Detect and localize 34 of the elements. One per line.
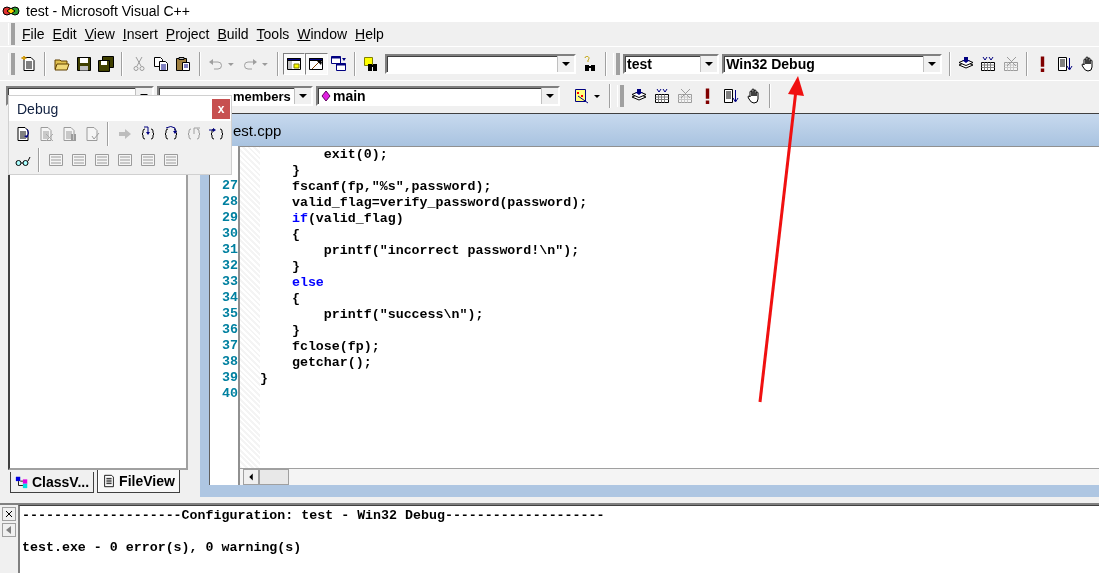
line-number: 39 (222, 370, 238, 385)
code-line: printf("incorrect password!\n"); (322, 243, 580, 258)
output-line: --------------------Configuration: test - Win32 Debug-------------------- (22, 508, 605, 523)
code-line: { (290, 227, 300, 242)
toolbar-title: Debug (17, 100, 59, 117)
line-number: 38 (222, 354, 238, 369)
code-line: getchar(); (290, 355, 372, 370)
line-number: 28 (222, 194, 238, 209)
code-line: { (290, 291, 300, 306)
code-line: } (290, 323, 300, 338)
code-line: fscanf(fp,"%s",password); (290, 179, 492, 194)
code-line: } (260, 371, 268, 386)
line-number: 31 (222, 242, 238, 257)
line-number: 37 (222, 338, 238, 353)
code-line: exit(0); (322, 147, 388, 162)
code-line: } (290, 163, 300, 178)
line-number: 29 (222, 210, 238, 225)
line-number: 36 (222, 322, 238, 337)
line-number: 40 (222, 386, 238, 401)
line-number: 30 (222, 226, 238, 241)
code-line: fclose(fp); (290, 339, 380, 354)
code-line: valid_flag=verify_password(password); (290, 195, 588, 210)
line-number: 33 (222, 274, 238, 289)
code-line: printf("success\n"); (322, 307, 484, 322)
output-line: test.exe - 0 error(s), 0 warning(s) (22, 540, 302, 555)
document-title: est.cpp (233, 121, 282, 139)
line-number: 27 (222, 178, 238, 193)
line-number: 32 (222, 258, 238, 273)
code-line: } (290, 259, 300, 274)
code-line: else (290, 275, 324, 290)
line-number: 35 (222, 306, 238, 321)
window-title: test - Microsoft Visual C++ (26, 3, 190, 19)
line-number: 34 (222, 290, 238, 305)
code-line: if(valid_flag) (290, 211, 404, 226)
